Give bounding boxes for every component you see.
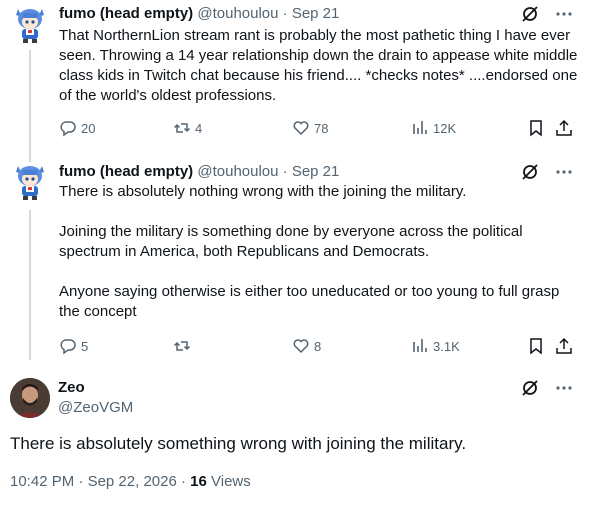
more-icon[interactable] — [554, 378, 574, 398]
bookmark-icon — [530, 120, 542, 137]
reply-icon — [60, 339, 76, 355]
main-tweet-header: Zeo @ZeoVGM — [10, 378, 591, 418]
tweet-header: fumo (head empty) @touhoulou · Sep 21 — [59, 4, 339, 24]
handle[interactable]: @touhoulou — [197, 163, 278, 180]
tweet-text: That NorthernLion stream rant is probabl… — [59, 26, 579, 106]
tweet-top-icons — [520, 4, 574, 24]
views-button[interactable]: 3.1K — [411, 336, 460, 356]
views-count: 12K — [433, 120, 457, 136]
share-button[interactable] — [555, 118, 573, 138]
main-tweet-meta: 10:42 PM · Sep 22, 2026 · 16 Views — [10, 472, 251, 492]
display-name[interactable]: fumo (head empty) — [59, 163, 193, 180]
tweet-date[interactable]: Sep 22, 2026 — [88, 473, 177, 490]
grok-icon[interactable] — [520, 162, 540, 182]
tweet-header: fumo (head empty) @touhoulou · Sep 21 — [59, 162, 339, 182]
tweet-paragraph: There is absolutely nothing wrong with t… — [59, 183, 467, 200]
views-icon — [413, 339, 427, 352]
reply-count: 5 — [81, 338, 89, 354]
thread-line — [29, 210, 31, 360]
tweet-paragraph: Anyone saying otherwise is either too un… — [59, 283, 560, 320]
tweet-time[interactable]: 10:42 PM — [10, 473, 74, 490]
tweet-text: There is absolutely nothing wrong with t… — [59, 182, 579, 322]
bookmark-icon — [530, 338, 542, 355]
tweet-paragraph: That NorthernLion stream rant is probabl… — [59, 27, 578, 104]
tweet-top-icons — [520, 162, 574, 182]
views-icon — [413, 121, 427, 134]
action-bar: 20 4 78 12K — [59, 118, 579, 138]
grok-icon[interactable] — [520, 4, 540, 24]
zeo-avatar[interactable] — [10, 378, 50, 418]
bookmark-button[interactable] — [527, 336, 545, 356]
repost-icon — [173, 341, 191, 351]
reply-button[interactable]: 20 — [59, 118, 95, 138]
fumo-avatar-icon[interactable] — [10, 162, 50, 202]
reply-icon — [60, 121, 76, 137]
repost-button[interactable]: 4 — [173, 118, 202, 138]
views-count: 16 — [190, 473, 207, 490]
tweet-date[interactable]: Sep 21 — [292, 163, 340, 180]
like-icon — [293, 339, 309, 354]
more-icon[interactable] — [554, 162, 574, 182]
like-icon — [293, 121, 309, 136]
repost-icon — [173, 123, 191, 133]
like-count: 8 — [314, 338, 322, 354]
views-count: 3.1K — [433, 338, 460, 354]
reply-count: 20 — [81, 120, 96, 136]
like-button[interactable]: 8 — [292, 336, 321, 356]
separator: · — [282, 163, 288, 180]
repost-count: 4 — [195, 120, 203, 136]
main-tweet-text: There is absolutely something wrong with… — [10, 434, 467, 453]
handle[interactable]: @touhoulou — [197, 5, 278, 22]
separator: · — [180, 473, 186, 490]
like-button[interactable]: 78 — [292, 118, 328, 138]
share-icon — [556, 337, 572, 354]
views-label: Views — [211, 473, 251, 490]
bookmark-button[interactable] — [527, 118, 545, 138]
views-button[interactable]: 12K — [411, 118, 456, 138]
separator: · — [282, 5, 288, 22]
fumo-avatar-icon[interactable] — [10, 5, 50, 45]
display-name[interactable]: Zeo — [58, 378, 85, 398]
like-count: 78 — [314, 120, 329, 136]
action-bar: 5 8 3.1K — [59, 336, 579, 356]
share-button[interactable] — [555, 336, 573, 356]
tweet-paragraph: Joining the military is something done b… — [59, 223, 523, 260]
share-icon — [556, 119, 572, 136]
more-icon[interactable] — [554, 4, 574, 24]
grok-icon[interactable] — [520, 378, 540, 398]
tweet-top-icons — [520, 378, 574, 398]
handle[interactable]: @ZeoVGM — [58, 398, 133, 418]
separator: · — [78, 473, 84, 490]
tweet-date[interactable]: Sep 21 — [292, 5, 340, 22]
reply-button[interactable]: 5 — [59, 336, 88, 356]
display-name[interactable]: fumo (head empty) — [59, 5, 193, 22]
thread-line — [29, 50, 31, 162]
repost-button[interactable] — [173, 336, 195, 356]
